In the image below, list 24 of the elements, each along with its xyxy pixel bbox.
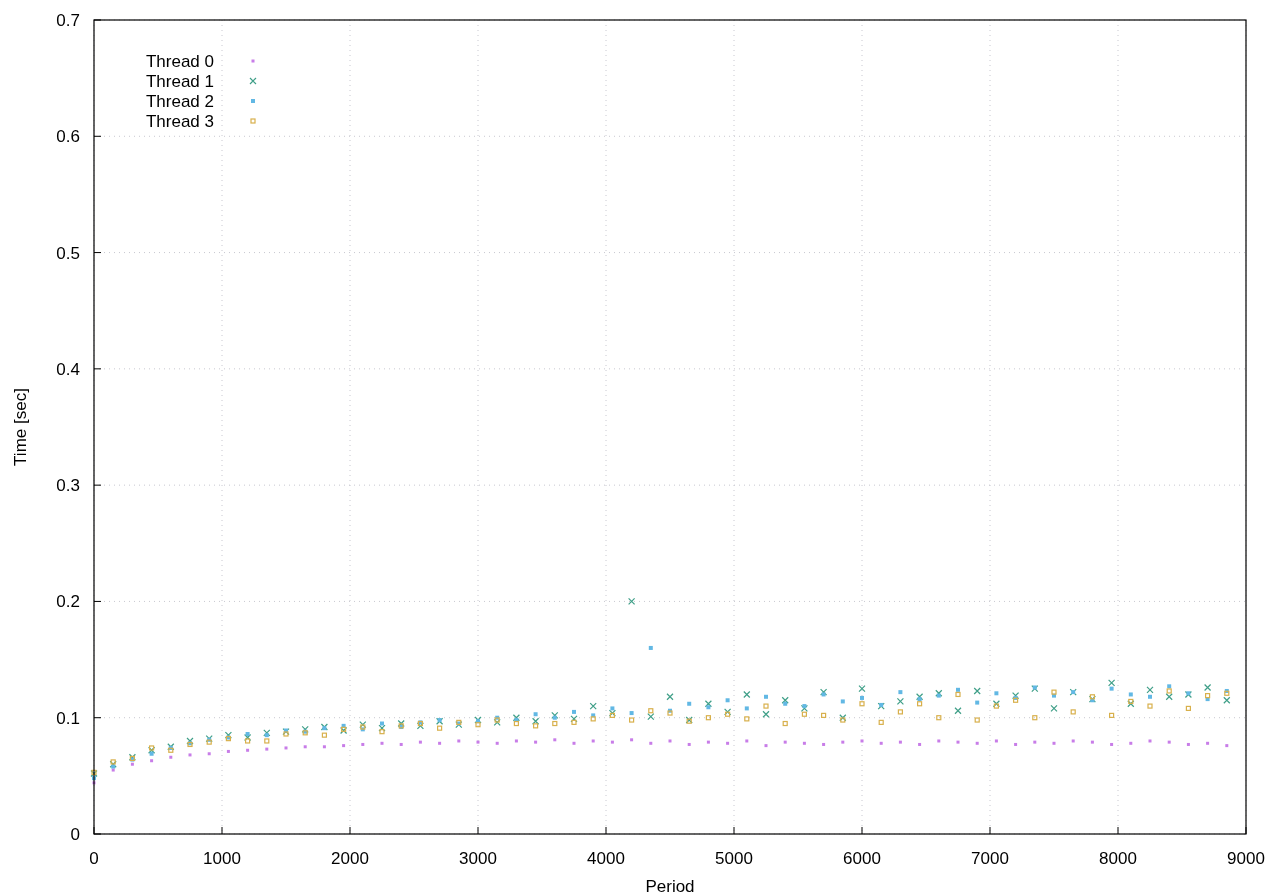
- legend-label: Thread 3: [145, 112, 214, 131]
- tick-label: 0.2: [56, 592, 80, 612]
- tick-label: 3000: [459, 849, 497, 868]
- tick-label: 2000: [331, 849, 369, 868]
- tick-label: 0.4: [56, 359, 80, 379]
- tick-label: 9000: [1227, 849, 1265, 868]
- tick-label: 0.1: [56, 708, 80, 728]
- tick-label: 0.6: [56, 127, 80, 147]
- axis-title: Period: [645, 877, 695, 896]
- tick-label: 4000: [587, 849, 625, 868]
- tick-label: 0.5: [56, 243, 80, 263]
- legend-label: Thread 0: [145, 52, 214, 71]
- axis-title: Time [sec]: [11, 388, 30, 466]
- tick-label: 8000: [1099, 849, 1137, 868]
- tick-label: 0.3: [56, 476, 80, 496]
- tick-label: 1000: [203, 849, 241, 868]
- tick-label: 6000: [843, 849, 881, 868]
- tick-label: 0: [89, 849, 99, 868]
- legend-label: Thread 2: [145, 92, 214, 111]
- tick-label: 7000: [971, 849, 1009, 868]
- tick-label: 0.7: [56, 11, 80, 30]
- tick-label: 0: [70, 825, 80, 844]
- legend-label: Thread 1: [145, 72, 214, 91]
- tick-label: 5000: [715, 849, 753, 868]
